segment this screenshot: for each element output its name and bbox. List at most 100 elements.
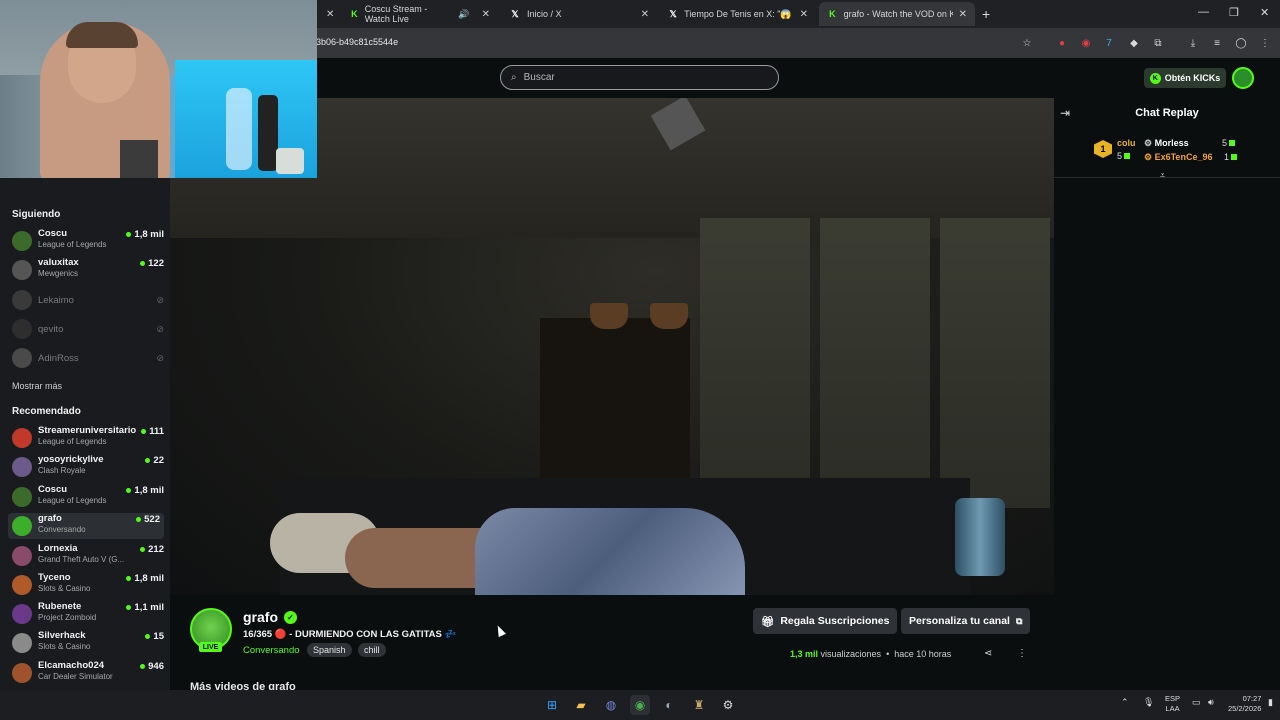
avatar <box>12 575 32 595</box>
extension-icon[interactable]: 7 <box>1102 36 1116 50</box>
chat-title: Chat Replay <box>1135 107 1199 119</box>
tag-spanish[interactable]: Spanish <box>307 643 352 657</box>
more-options-icon[interactable]: ⋮ <box>1017 648 1027 659</box>
rank-badge: 1 <box>1094 140 1112 158</box>
show-more-link[interactable]: Mostrar más <box>12 381 62 391</box>
menu-dots-icon[interactable]: ⋮ <box>1258 36 1272 50</box>
sidebar-item-streameruniversitario[interactable]: Streameruniversitario League of Legends 1… <box>8 425 164 451</box>
bookmark-star-icon[interactable]: ☆ <box>1020 36 1034 50</box>
download-icon[interactable]: ⤓ <box>1186 36 1200 50</box>
game-launcher-icon[interactable]: ♜ <box>689 695 709 715</box>
get-kicks-button[interactable]: K Obtén KICKs <box>1144 68 1226 88</box>
language-indicator[interactable]: ESP LAA <box>1165 694 1180 714</box>
share-icon[interactable]: ⋖ <box>984 648 992 659</box>
sidebar-item-lekaimo[interactable]: Lekaimo ⊘ <box>8 287 164 313</box>
avatar <box>12 546 32 566</box>
sidebar: Siguiendo Coscu League of Legends 1,8 mil… <box>0 98 170 690</box>
new-tab-button[interactable]: + <box>982 6 990 22</box>
discord-icon[interactable]: ◍ <box>601 695 621 715</box>
tab-close-hidden[interactable]: ✕ <box>318 2 338 26</box>
system-clock[interactable]: 07:27 25/2/2026 <box>1228 694 1261 714</box>
windows-start-icon[interactable]: ⊞ <box>542 695 562 715</box>
app-icon[interactable]: ⚙ <box>718 695 738 715</box>
microphone-icon[interactable]: 🎙︎ <box>1143 697 1154 708</box>
chrome-icon[interactable]: ◉ <box>630 695 650 715</box>
close-icon[interactable]: ✕ <box>959 9 967 20</box>
sidebar-item-valuxitax[interactable]: valuxitax Mewgenics 122 <box>8 257 164 283</box>
steam-icon[interactable]: ◐ <box>659 695 679 715</box>
avatar <box>12 319 32 339</box>
viewer-count: 1,1 mil <box>134 602 164 613</box>
user-avatar[interactable] <box>1232 67 1254 89</box>
expand-leaderboard-icon[interactable]: ⩡ <box>1160 170 1165 181</box>
media-icon[interactable]: ≡ <box>1210 36 1224 50</box>
puzzle-icon[interactable]: ⧉ <box>1151 36 1165 50</box>
channel-game: Project Zomboid <box>38 613 97 622</box>
sidebar-item-coscu[interactable]: Coscu League of Legends 1,8 mil <box>8 228 164 254</box>
stream-category[interactable]: Conversando <box>243 645 300 656</box>
display-icon[interactable]: ▭ <box>1192 697 1201 708</box>
tray-overflow-icon[interactable]: ⌃ <box>1121 697 1129 708</box>
channel-name: Tyceno <box>38 572 71 583</box>
speaker-icon[interactable]: 🔊 <box>458 9 469 20</box>
top-gifter-name[interactable]: colu <box>1117 138 1136 148</box>
tag-chill[interactable]: chill <box>358 643 386 657</box>
sidebar-item-grafo[interactable]: grafo Conversando 522 <box>8 513 164 539</box>
channel-name: qevito <box>38 323 64 335</box>
gift-icon <box>1124 153 1131 159</box>
gift-subscriptions-label: Regala Suscripciones <box>780 615 890 627</box>
sidebar-item-yosoyrickylive[interactable]: yosoyrickylive Clash Royale 22 <box>8 454 164 480</box>
channel-name-heading[interactable]: grafo ✓ <box>243 609 297 625</box>
keyboard-layout: LAA <box>1165 704 1180 713</box>
file-explorer-icon[interactable]: ▰ <box>571 695 591 715</box>
sidebar-item-rubenete[interactable]: Rubenete Project Zomboid 1,1 mil <box>8 601 164 627</box>
gifter-name[interactable]: ⚙ Ex6TenCe_96 <box>1144 152 1212 163</box>
tab-tiempo-de-tenis[interactable]: 𝕏 Tiempo De Tenis en X: "😱 EL E ✕ <box>660 2 816 26</box>
recommended-heading: Recomendado <box>12 406 81 417</box>
viewer-count: 122 <box>148 258 164 269</box>
close-window-button[interactable]: ✕ <box>1260 6 1269 19</box>
extension-icon[interactable]: ● <box>1055 36 1069 50</box>
avatar <box>12 260 32 280</box>
sidebar-item-elcamacho024[interactable]: Elcamacho024 Car Dealer Simulator 946 <box>8 660 164 686</box>
close-icon[interactable]: ✕ <box>641 9 649 20</box>
webcam-mug <box>120 140 158 178</box>
tab-coscu-stream[interactable]: K Coscu Stream - Watch Live 🔊 ✕ <box>342 2 498 26</box>
badge-icon: ⚙ <box>1144 152 1153 162</box>
gift-subscriptions-button[interactable]: 🎁︎ Regala Suscripciones <box>753 608 898 634</box>
close-icon[interactable]: ✕ <box>800 9 808 20</box>
customize-channel-button[interactable]: Personaliza tu canal ⧉ <box>901 608 1031 634</box>
tab-inicio-x[interactable]: 𝕏 Inicio / X ✕ <box>501 2 657 26</box>
viewer-count: 1,8 mil <box>134 485 164 496</box>
sidebar-item-coscu[interactable]: Coscu League of Legends 1,8 mil <box>8 484 164 510</box>
language-code: ESP <box>1165 694 1181 703</box>
close-icon[interactable]: ✕ <box>326 9 334 20</box>
viewer-count: 22 <box>153 455 164 466</box>
avatar <box>12 516 32 536</box>
sidebar-item-adinross[interactable]: AdinRoss ⊘ <box>8 345 164 371</box>
gifter-name[interactable]: ⚙ Morless <box>1144 138 1189 149</box>
extension-icon[interactable]: ◉ <box>1079 36 1093 50</box>
avatar <box>12 231 32 251</box>
search-input[interactable]: ⌕ Buscar <box>500 65 779 90</box>
live-dot-icon <box>126 232 132 237</box>
sidebar-item-silverhack[interactable]: Silverhack Slots & Casino 15 <box>8 630 164 656</box>
channel-name-text: grafo <box>243 609 278 625</box>
url-text[interactable]: 3b06-b49c81c5544e <box>316 37 398 47</box>
x-icon: 𝕏 <box>511 8 519 19</box>
restore-button[interactable]: ❐ <box>1229 6 1239 19</box>
sidebar-item-tyceno[interactable]: Tyceno Slots & Casino 1,8 mil <box>8 572 164 598</box>
extension-icon[interactable]: ◆ <box>1127 36 1141 50</box>
close-icon[interactable]: ✕ <box>482 9 490 20</box>
minimize-button[interactable]: — <box>1198 6 1209 18</box>
avatar <box>12 457 32 477</box>
stream-title: 16/365 🔴 - DURMIENDO CON LAS GATITAS 💤 <box>243 629 457 640</box>
sidebar-item-qevito[interactable]: qevito ⊘ <box>8 316 164 342</box>
notification-icon[interactable]: ▮ <box>1268 697 1273 708</box>
profile-icon[interactable]: ◯ <box>1234 36 1248 50</box>
chat-panel: ⇥ Chat Replay 1 colu 5 ⚙ Morless 5 ⚙ Ex6… <box>1054 98 1280 690</box>
channel-name: Rubenete <box>38 601 82 612</box>
volume-icon[interactable]: 🔊︎ <box>1208 697 1214 708</box>
tab-grafo-vod[interactable]: K grafo - Watch the VOD on Kick ✕ <box>819 2 975 26</box>
sidebar-item-lornexia[interactable]: Lornexia Grand Theft Auto V (G... 212 <box>8 543 164 569</box>
